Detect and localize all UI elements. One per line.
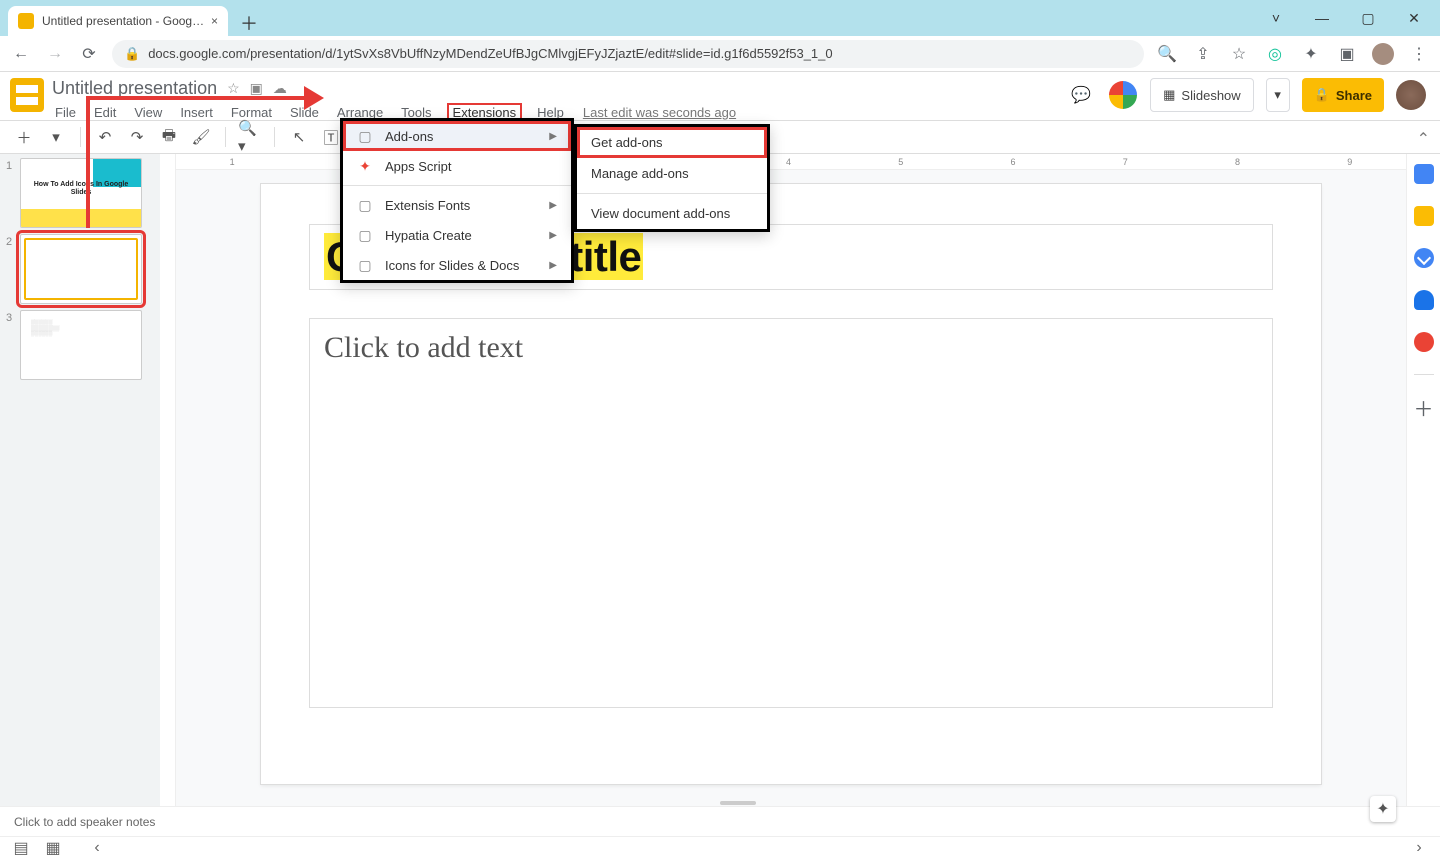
workspace: 1 How To Add Icons In Google Slides 2 3 … xyxy=(0,154,1440,806)
tab-close-icon[interactable]: × xyxy=(211,14,218,28)
paint-format-button[interactable]: 🖌 xyxy=(189,125,213,149)
hypatia-icon: ▢ xyxy=(357,227,373,243)
window-close-icon[interactable]: ✕ xyxy=(1392,3,1436,33)
submenu-arrow-icon: ▶ xyxy=(549,260,557,271)
hide-sidepanel-icon[interactable]: › xyxy=(1410,839,1428,857)
ruler-vertical xyxy=(160,154,176,806)
slides-favicon xyxy=(18,13,34,29)
submenu-arrow-icon: ▶ xyxy=(549,230,557,241)
reload-icon[interactable]: ⟳ xyxy=(78,43,100,65)
meet-icon[interactable] xyxy=(1108,80,1138,110)
collapse-toolbar-icon[interactable]: ⌃ xyxy=(1417,129,1430,149)
lock-share-icon: 🔒 xyxy=(1314,87,1330,103)
keep-icon[interactable] xyxy=(1414,206,1434,226)
new-tab-button[interactable]: ＋ xyxy=(236,10,262,36)
thumb-number: 1 xyxy=(6,158,16,228)
print-button[interactable]: 🖶 xyxy=(157,125,181,149)
browser-tab-active[interactable]: Untitled presentation - Google S × xyxy=(8,6,228,36)
back-icon[interactable]: ← xyxy=(10,43,32,65)
move-icon[interactable]: ▣ xyxy=(250,80,263,97)
window-minimize-icon[interactable]: — xyxy=(1300,3,1344,33)
slideshow-button[interactable]: ▦ Slideshow xyxy=(1150,78,1254,112)
icons-pack-icon: ▢ xyxy=(357,257,373,273)
addons-icon: ▢ xyxy=(357,128,373,144)
speaker-notes[interactable]: Click to add speaker notes xyxy=(0,806,1440,836)
menu-item-view-doc-addons[interactable]: View document add-ons xyxy=(577,198,767,229)
submenu-arrow-icon: ▶ xyxy=(549,131,557,142)
maps-icon[interactable] xyxy=(1414,332,1434,352)
menu-item-icons[interactable]: ▢ Icons for Slides & Docs ▶ xyxy=(343,250,571,280)
thumb-number: 3 xyxy=(6,310,16,380)
new-slide-dropdown[interactable]: ▾ xyxy=(44,125,68,149)
window-maximize-icon[interactable]: ▢ xyxy=(1346,3,1390,33)
menu-item-apps-script[interactable]: ✦ Apps Script xyxy=(343,151,571,181)
menu-item-addons[interactable]: ▢ Add-ons ▶ xyxy=(343,121,571,151)
browser-tabstrip: Untitled presentation - Google S × ＋ ˅ —… xyxy=(0,0,1440,36)
extensions-icon[interactable]: ✦ xyxy=(1300,43,1322,65)
apps-script-icon: ✦ xyxy=(357,158,373,174)
addons-submenu: Get add-ons Manage add-ons View document… xyxy=(574,124,770,232)
slideshow-dropdown[interactable]: ▾ xyxy=(1266,78,1290,112)
collapse-panel-icon[interactable]: ‹ xyxy=(88,839,106,857)
chrome-menu-icon[interactable]: ⋮ xyxy=(1408,43,1430,65)
menu-item-hypatia[interactable]: ▢ Hypatia Create ▶ xyxy=(343,220,571,250)
menu-item-manage-addons[interactable]: Manage add-ons xyxy=(577,158,767,189)
slide-thumb-2[interactable] xyxy=(20,234,142,304)
slideshow-icon: ▦ xyxy=(1163,87,1175,103)
share-url-icon[interactable]: ⇪ xyxy=(1192,43,1214,65)
sidepanel-toggle-icon[interactable]: ▣ xyxy=(1336,43,1358,65)
new-slide-button[interactable]: ＋ xyxy=(12,125,36,149)
tab-title: Untitled presentation - Google S xyxy=(42,14,205,28)
share-button[interactable]: 🔒 Share xyxy=(1302,78,1384,112)
filmstrip-view-icon[interactable]: ▤ xyxy=(12,839,30,857)
tasks-icon[interactable] xyxy=(1414,248,1434,268)
browser-address-bar: ← → ⟳ 🔒 docs.google.com/presentation/d/1… xyxy=(0,36,1440,72)
explore-button[interactable]: ✦ xyxy=(1370,796,1396,822)
grammarly-icon[interactable]: ◎ xyxy=(1264,43,1286,65)
body-placeholder[interactable]: Click to add text xyxy=(309,318,1273,708)
grid-view-icon[interactable]: ▦ xyxy=(44,839,62,857)
redo-button[interactable]: ↷ xyxy=(125,125,149,149)
star-icon[interactable]: ☆ xyxy=(227,80,240,97)
slide-thumb-3[interactable]: ░░░░░░░░░░░░░░░░░░░░ xyxy=(20,310,142,380)
calendar-icon[interactable] xyxy=(1414,164,1434,184)
bottom-bar: ▤ ▦ ‹ › xyxy=(0,836,1440,858)
menu-item-get-addons[interactable]: Get add-ons xyxy=(577,127,767,158)
url-text: docs.google.com/presentation/d/1ytSvXs8V… xyxy=(148,46,832,61)
profile-avatar[interactable] xyxy=(1372,43,1394,65)
submenu-arrow-icon: ▶ xyxy=(549,200,557,211)
lock-icon: 🔒 xyxy=(124,46,140,62)
comments-icon[interactable]: 💬 xyxy=(1066,80,1096,110)
forward-icon[interactable]: → xyxy=(44,43,66,65)
slides-header: Untitled presentation ☆ ▣ ☁ File Edit Vi… xyxy=(0,72,1440,120)
menu-item-extensis[interactable]: ▢ Extensis Fonts ▶ xyxy=(343,190,571,220)
extensions-menu: ▢ Add-ons ▶ ✦ Apps Script ▢ Extensis Fon… xyxy=(340,118,574,283)
cloud-status-icon[interactable]: ☁ xyxy=(273,80,287,97)
slide-panel: 1 How To Add Icons In Google Slides 2 3 … xyxy=(0,154,160,806)
zoom-icon[interactable]: 🔍 xyxy=(1156,43,1178,65)
extensis-icon: ▢ xyxy=(357,197,373,213)
slide-thumb-1[interactable]: How To Add Icons In Google Slides xyxy=(20,158,142,228)
undo-button[interactable]: ↶ xyxy=(93,125,117,149)
url-input[interactable]: 🔒 docs.google.com/presentation/d/1ytSvXs… xyxy=(112,40,1144,68)
window-dropdown-icon[interactable]: ˅ xyxy=(1254,3,1298,33)
bookmark-icon[interactable]: ☆ xyxy=(1228,43,1250,65)
contacts-icon[interactable] xyxy=(1414,290,1434,310)
doc-title-input[interactable]: Untitled presentation xyxy=(52,78,217,99)
get-addons-sidepanel-icon[interactable]: ＋ xyxy=(1414,397,1434,417)
zoom-tool[interactable]: 🔍▾ xyxy=(238,125,262,149)
slides-logo-icon[interactable] xyxy=(10,78,44,112)
select-tool[interactable]: ↖ xyxy=(287,125,311,149)
last-edit-link[interactable]: Last edit was seconds ago xyxy=(583,105,736,120)
side-panel: ＋ xyxy=(1406,154,1440,806)
thumb-number: 2 xyxy=(6,234,16,304)
account-avatar[interactable] xyxy=(1396,80,1426,110)
